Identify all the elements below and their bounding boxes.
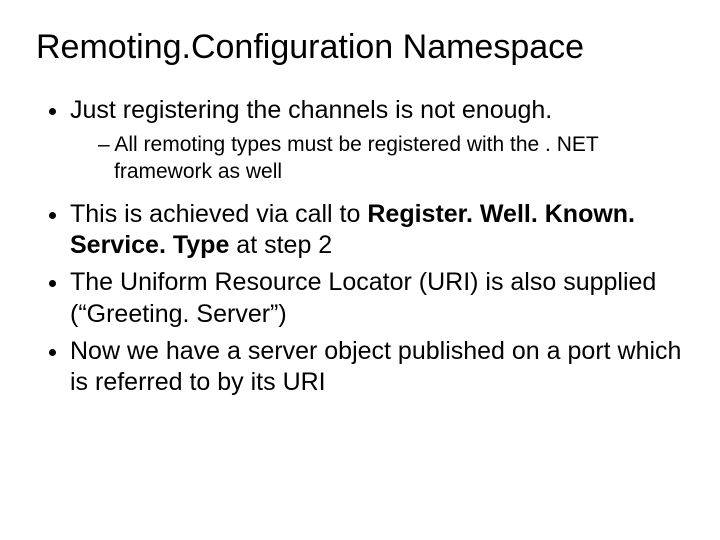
bullet-list: Just registering the channels is not eno…	[36, 95, 684, 398]
bullet-3-text: The Uniform Resource Locator (URI) is al…	[70, 268, 656, 327]
bullet-4-text: Now we have a server object published on…	[70, 337, 681, 396]
bullet-1-sublist: All remoting types must be registered wi…	[70, 132, 684, 185]
slide-title: Remoting.Configuration Namespace	[36, 28, 684, 67]
bullet-1-sub-1: All remoting types must be registered wi…	[98, 132, 684, 185]
bullet-4: Now we have a server object published on…	[70, 336, 684, 399]
bullet-3: The Uniform Resource Locator (URI) is al…	[70, 267, 684, 330]
slide: Remoting.Configuration Namespace Just re…	[0, 0, 720, 540]
bullet-1-sub-1-text: All remoting types must be registered wi…	[114, 133, 598, 182]
bullet-1: Just registering the channels is not eno…	[70, 95, 684, 185]
bullet-2-pre: This is achieved via call to	[70, 200, 367, 228]
bullet-2: This is achieved via call to Register. W…	[70, 199, 684, 262]
bullet-2-post: at step 2	[229, 231, 332, 259]
bullet-1-text: Just registering the channels is not eno…	[70, 96, 552, 124]
